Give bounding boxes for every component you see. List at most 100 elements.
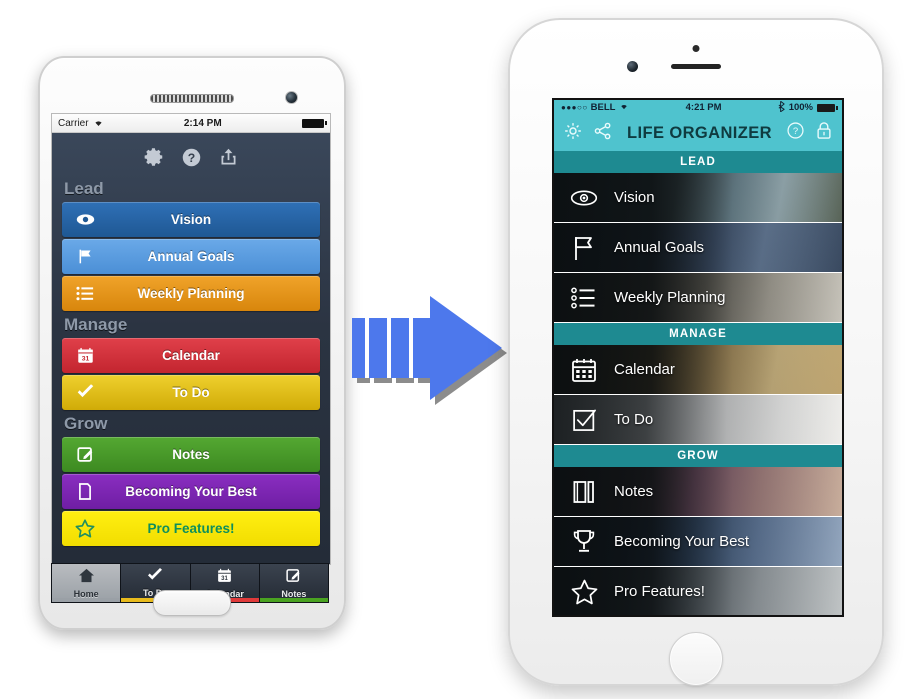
iphone-carrier-label: BELL bbox=[590, 102, 616, 113]
help-icon[interactable]: ? bbox=[786, 121, 805, 145]
iphone: ●●●○○ BELL 4:21 PM 100% LIFE ORGANIZER ?… bbox=[508, 18, 884, 686]
android-row-label: Pro Features! bbox=[147, 520, 235, 536]
iphone-row-label: Becoming Your Best bbox=[614, 533, 750, 550]
android-earpiece-speaker bbox=[150, 94, 234, 103]
iphone-row-label: Pro Features! bbox=[614, 583, 705, 600]
gear-icon[interactable] bbox=[143, 146, 165, 168]
iphone-section-header-manage: MANAGE bbox=[554, 323, 842, 345]
iphone-row-pro-features[interactable]: Pro Features! bbox=[554, 567, 842, 615]
iphone-row-label: To Do bbox=[614, 411, 654, 428]
android-row-vision[interactable]: Vision bbox=[62, 201, 320, 237]
android-front-camera bbox=[285, 91, 298, 104]
battery-full-icon bbox=[302, 118, 327, 128]
iphone-nav-bar: LIFE ORGANIZER ? bbox=[554, 115, 842, 151]
android-tab-home[interactable]: Home bbox=[52, 564, 122, 602]
android-row-label: Calendar bbox=[162, 347, 220, 363]
android-carrier-group: Carrier bbox=[58, 118, 104, 129]
iphone-row-notes[interactable]: Notes bbox=[554, 467, 842, 517]
android-toolbar: ? bbox=[62, 133, 320, 177]
gear-icon[interactable] bbox=[563, 121, 583, 146]
iphone-row-label: Vision bbox=[614, 189, 655, 206]
note-edit-icon bbox=[286, 568, 301, 588]
iphone-screen: ●●●○○ BELL 4:21 PM 100% LIFE ORGANIZER ?… bbox=[552, 98, 844, 617]
android-row-pro-features[interactable]: Pro Features! bbox=[62, 510, 320, 546]
android-section-title-grow: Grow bbox=[64, 413, 108, 433]
iphone-row-weekly-planning[interactable]: Weekly Planning bbox=[554, 273, 842, 323]
android-section-title-manage: Manage bbox=[64, 314, 128, 334]
android-tab-notes[interactable]: Notes bbox=[259, 564, 328, 602]
iphone-row-calendar[interactable]: Calendar bbox=[554, 345, 842, 395]
iphone-top-sensor bbox=[692, 45, 700, 52]
android-row-to-do[interactable]: To Do bbox=[62, 374, 320, 410]
app-title: LIFE ORGANIZER bbox=[627, 123, 772, 142]
android-row-becoming-your-best[interactable]: Becoming Your Best bbox=[62, 473, 320, 509]
iphone-status-right: 100% bbox=[778, 100, 838, 115]
notebook-icon bbox=[554, 479, 614, 505]
svg-text:31: 31 bbox=[221, 576, 228, 582]
bullet-list-icon bbox=[554, 287, 614, 309]
android-row-calendar[interactable]: 31 Calendar bbox=[62, 337, 320, 373]
iphone-row-label: Weekly Planning bbox=[614, 289, 726, 306]
eye-icon bbox=[554, 189, 614, 207]
wifi-icon bbox=[93, 118, 104, 129]
iphone-row-label: Annual Goals bbox=[614, 239, 705, 256]
android-row-weekly-planning[interactable]: Weekly Planning bbox=[62, 275, 320, 311]
iphone-front-camera bbox=[627, 61, 638, 72]
home-icon bbox=[78, 568, 95, 588]
wifi-icon bbox=[619, 102, 629, 113]
iphone-nav-left-group bbox=[563, 121, 613, 146]
battery-full-icon bbox=[817, 103, 838, 112]
android-tab-label: Notes bbox=[281, 588, 307, 599]
iphone-tab-bar: Home To Do bbox=[554, 616, 842, 617]
iphone-earpiece-speaker bbox=[671, 64, 721, 69]
calendar-icon bbox=[554, 357, 614, 383]
android-row-label: Vision bbox=[170, 211, 212, 227]
android-home-hardware-button[interactable] bbox=[153, 590, 231, 616]
signal-strength-dots: ●●●○○ bbox=[561, 103, 588, 112]
android-row-label: Weekly Planning bbox=[137, 285, 245, 301]
trophy-icon bbox=[554, 529, 614, 555]
iphone-row-annual-goals[interactable]: Annual Goals bbox=[554, 223, 842, 273]
android-phone: Carrier 2:14 PM ? Lead Vision Annual Goa… bbox=[38, 56, 346, 630]
svg-text:?: ? bbox=[188, 150, 195, 164]
share-icon[interactable] bbox=[593, 121, 613, 146]
android-row-notes[interactable]: Notes bbox=[62, 436, 320, 472]
android-row-label: Notes bbox=[172, 446, 210, 462]
transformation-arrow bbox=[352, 296, 512, 416]
android-section-title-lead: Lead bbox=[64, 179, 104, 198]
android-tab-underline bbox=[259, 598, 328, 602]
iphone-clock: 4:21 PM bbox=[685, 102, 722, 113]
iphone-row-vision[interactable]: Vision bbox=[554, 173, 842, 223]
check-icon bbox=[146, 568, 164, 587]
android-clock: 2:14 PM bbox=[183, 117, 222, 129]
iphone-row-label: Calendar bbox=[614, 361, 675, 378]
iphone-row-label: Notes bbox=[614, 483, 654, 500]
comparison-stage: Carrier 2:14 PM ? Lead Vision Annual Goa… bbox=[0, 0, 920, 699]
battery-percent-label: 100% bbox=[788, 102, 813, 113]
android-row-annual-goals[interactable]: Annual Goals bbox=[62, 238, 320, 274]
iphone-section-header-lead: LEAD bbox=[554, 151, 842, 173]
android-screen: Carrier 2:14 PM ? Lead Vision Annual Goa… bbox=[51, 113, 331, 565]
iphone-home-button[interactable] bbox=[669, 632, 723, 686]
iphone-row-to-do[interactable]: To Do bbox=[554, 395, 842, 445]
checkbox-icon bbox=[554, 407, 614, 432]
android-tab-label: Home bbox=[73, 588, 99, 599]
android-status-bar: Carrier 2:14 PM bbox=[52, 114, 330, 133]
android-carrier-label: Carrier bbox=[58, 117, 89, 129]
android-row-label: Annual Goals bbox=[147, 248, 235, 264]
android-row-label: To Do bbox=[172, 384, 210, 400]
svg-text:?: ? bbox=[793, 126, 798, 137]
share-icon[interactable] bbox=[218, 147, 239, 168]
star-icon bbox=[554, 579, 614, 605]
flag-icon bbox=[554, 235, 614, 261]
iphone-status-bar: ●●●○○ BELL 4:21 PM 100% bbox=[554, 100, 842, 115]
iphone-nav-right-group: ? bbox=[786, 121, 833, 145]
calendar-icon: 31 bbox=[217, 568, 232, 588]
iphone-section-header-grow: GROW bbox=[554, 445, 842, 467]
iphone-row-becoming-your-best[interactable]: Becoming Your Best bbox=[554, 517, 842, 567]
lock-icon[interactable] bbox=[815, 121, 833, 145]
help-icon[interactable]: ? bbox=[181, 147, 202, 168]
bluetooth-icon bbox=[778, 100, 785, 115]
android-row-label: Becoming Your Best bbox=[125, 483, 257, 499]
android-app-body: ? Lead Vision Annual Goals Weekly Planni… bbox=[52, 133, 330, 564]
